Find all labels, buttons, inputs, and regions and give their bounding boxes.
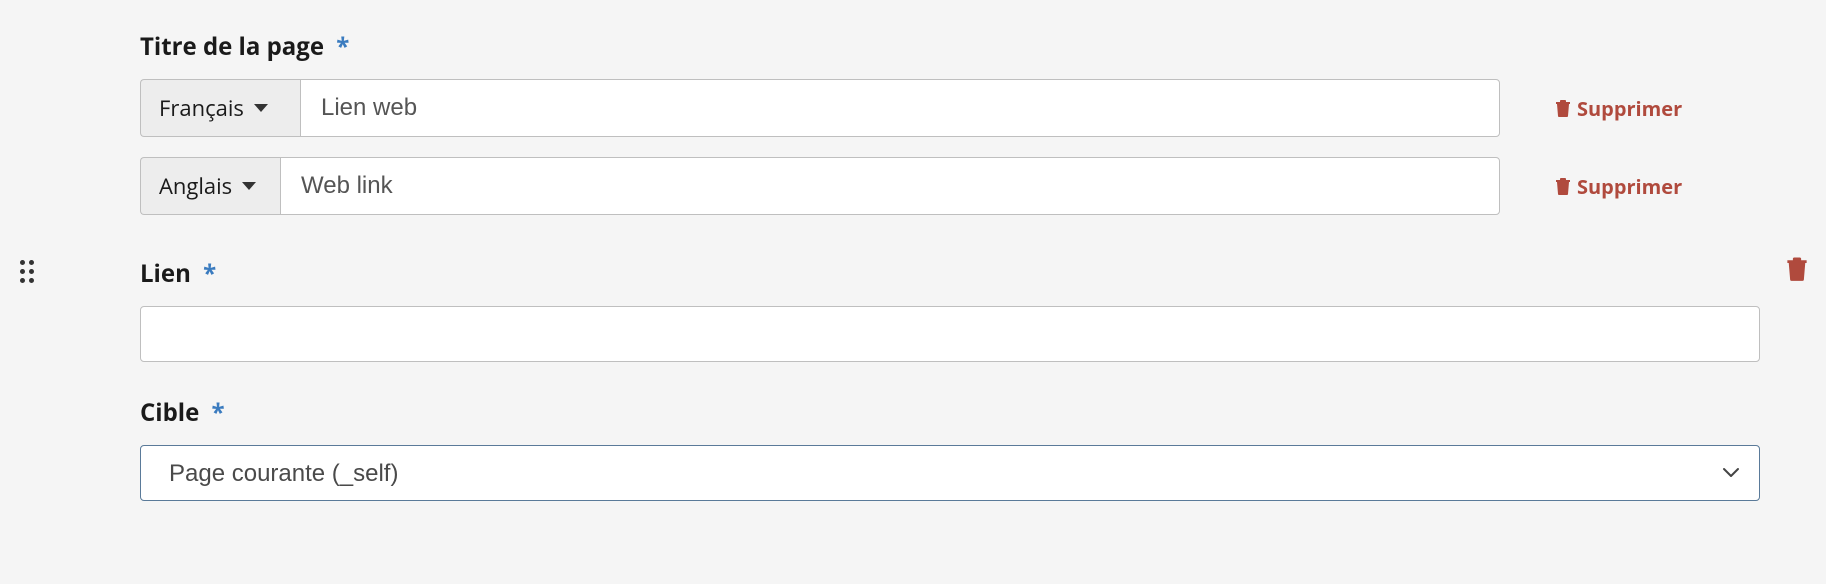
title-row-en: Anglais Supprimer bbox=[140, 157, 1760, 215]
caret-down-icon bbox=[242, 182, 256, 190]
target-section: Cible * Page courante (_self) bbox=[140, 396, 1760, 501]
caret-down-icon bbox=[254, 104, 268, 112]
drag-handle-column bbox=[20, 260, 42, 282]
label-text: Lien bbox=[140, 257, 191, 290]
link-input[interactable] bbox=[140, 306, 1760, 362]
title-row-fr: Français Supprimer bbox=[140, 79, 1760, 137]
link-label: Lien * bbox=[140, 257, 1760, 290]
language-label: Français bbox=[159, 93, 244, 123]
trash-icon bbox=[1555, 177, 1571, 195]
delete-row-button-fr[interactable]: Supprimer bbox=[1555, 95, 1682, 122]
delete-label: Supprimer bbox=[1577, 95, 1682, 122]
delete-item-column bbox=[1786, 255, 1808, 286]
link-section: Lien * bbox=[140, 257, 1760, 362]
delete-label: Supprimer bbox=[1577, 173, 1682, 200]
target-select-wrap: Page courante (_self) bbox=[140, 445, 1760, 501]
language-dropdown-fr[interactable]: Français bbox=[140, 79, 300, 137]
label-text: Titre de la page bbox=[140, 30, 324, 63]
label-text: Cible bbox=[140, 396, 199, 429]
trash-icon[interactable] bbox=[1786, 255, 1808, 281]
required-mark: * bbox=[336, 30, 349, 63]
title-input-en[interactable] bbox=[280, 157, 1500, 215]
page-title-label: Titre de la page * bbox=[140, 30, 1760, 63]
required-mark: * bbox=[212, 396, 225, 429]
required-mark: * bbox=[203, 257, 216, 290]
drag-handle-icon[interactable] bbox=[20, 260, 42, 282]
target-label: Cible * bbox=[140, 396, 1760, 429]
language-dropdown-en[interactable]: Anglais bbox=[140, 157, 280, 215]
form-item-block: Titre de la page * Français Supprimer An… bbox=[0, 0, 1826, 541]
title-input-fr[interactable] bbox=[300, 79, 1500, 137]
target-select[interactable]: Page courante (_self) bbox=[140, 445, 1760, 501]
content-area: Titre de la page * Français Supprimer An… bbox=[140, 30, 1760, 501]
delete-row-button-en[interactable]: Supprimer bbox=[1555, 173, 1682, 200]
language-label: Anglais bbox=[159, 171, 232, 201]
trash-icon bbox=[1555, 99, 1571, 117]
